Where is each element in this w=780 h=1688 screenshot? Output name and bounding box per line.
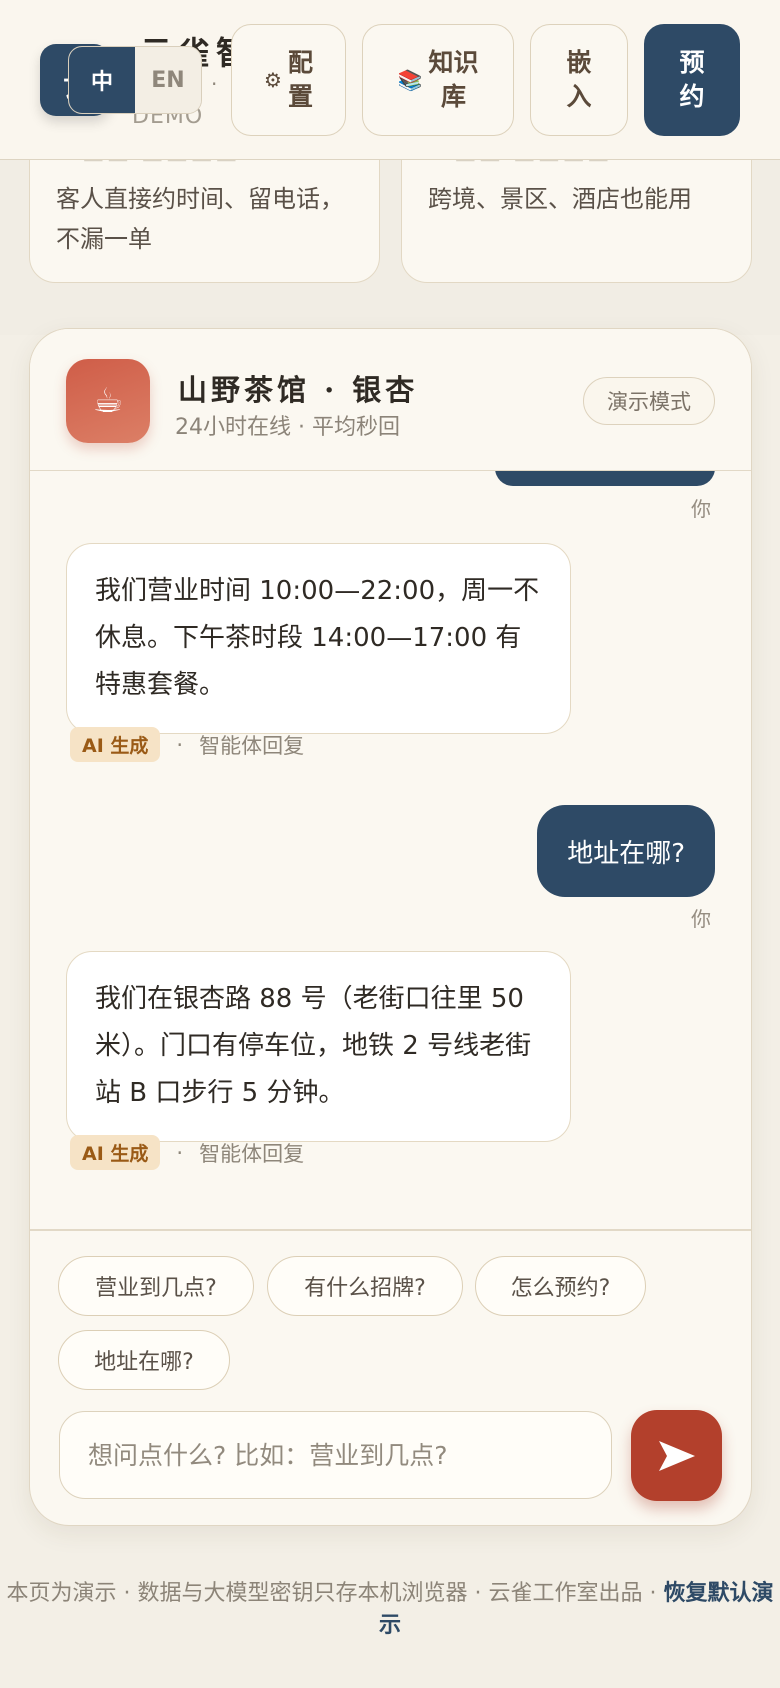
message-source: 智能体回复 bbox=[199, 733, 305, 758]
meta-separator: · bbox=[176, 1140, 184, 1165]
user-message-bubble: 地址在哪? bbox=[537, 805, 715, 897]
top-header: 云 云雀智 · DEMO 中 EN ⚙ 配 置 📚 知识 库 嵌 入 bbox=[0, 0, 780, 160]
booking-label-2: 约 bbox=[679, 82, 705, 111]
books-icon: 📚 bbox=[397, 68, 423, 92]
config-button[interactable]: ⚙ 配 置 bbox=[231, 24, 346, 136]
kb-label-2: 库 bbox=[440, 82, 466, 111]
send-arrow-icon bbox=[658, 1440, 695, 1471]
message-list[interactable]: 你 我们营业时间 10:00—22:00，周一不休息。下午茶时段 14:00—1… bbox=[30, 471, 751, 1171]
language-toggle: 中 EN bbox=[68, 46, 202, 114]
gear-icon: ⚙ bbox=[264, 68, 282, 92]
knowledge-base-button[interactable]: 📚 知识 库 bbox=[362, 24, 514, 136]
meta-separator: · bbox=[176, 732, 184, 757]
config-label-2: 置 bbox=[287, 82, 313, 111]
coffee-icon: ☕ bbox=[66, 359, 150, 443]
booking-label: 预 bbox=[679, 48, 705, 77]
config-label: 配 bbox=[287, 48, 313, 77]
ai-generated-badge: AI 生成 bbox=[70, 1135, 161, 1170]
chat-widget: ☕ 山野茶馆 · 银杏 24小时在线 · 平均秒回 演示模式 你 我们营业时间 … bbox=[29, 328, 752, 1526]
demo-mode-badge[interactable]: 演示模式 bbox=[583, 377, 715, 425]
embed-label: 嵌 bbox=[566, 48, 592, 77]
chat-header: ☕ 山野茶馆 · 银杏 24小时在线 · 平均秒回 演示模式 bbox=[30, 329, 751, 471]
footer-text: 本页为演示 · 数据与大模型密钥只存本机浏览器 · 云雀工作室出品 · bbox=[6, 1581, 664, 1606]
feature-card-desc: 客人直接约时间、留电话，不漏一单 bbox=[56, 185, 344, 253]
quick-reply-chip[interactable]: 有什么招牌? bbox=[267, 1256, 463, 1316]
embed-label-2: 入 bbox=[566, 82, 592, 111]
message-source: 智能体回复 bbox=[199, 1141, 305, 1166]
message-meta: AI 生成 · 智能体回复 bbox=[70, 1135, 304, 1170]
feature-card-desc: 跨境、景区、酒店也能用 bbox=[428, 185, 692, 213]
lang-option-zh[interactable]: 中 bbox=[69, 47, 135, 113]
message-meta: AI 生成 · 智能体回复 bbox=[70, 727, 304, 762]
quick-reply-chip[interactable]: 怎么预约? bbox=[475, 1256, 646, 1316]
brand-separator: · bbox=[211, 72, 218, 96]
shop-name: 山野茶馆 · 银杏 bbox=[178, 373, 419, 407]
quick-reply-chip[interactable]: 地址在哪? bbox=[58, 1330, 230, 1390]
lang-option-en[interactable]: EN bbox=[135, 47, 201, 113]
ai-message-bubble: 我们营业时间 10:00—22:00，周一不休息。下午茶时段 14:00—17:… bbox=[66, 543, 571, 734]
divider bbox=[30, 1229, 751, 1231]
sender-label: 你 bbox=[691, 497, 711, 521]
message-input-field[interactable] bbox=[59, 1411, 612, 1499]
send-button[interactable] bbox=[631, 1410, 722, 1501]
booking-button[interactable]: 预 约 bbox=[644, 24, 740, 136]
user-message-bubble bbox=[495, 471, 715, 486]
shop-status: 24小时在线 · 平均秒回 bbox=[175, 415, 400, 440]
message-input[interactable] bbox=[88, 1440, 611, 1470]
ai-generated-badge: AI 生成 bbox=[70, 727, 161, 762]
sender-label: 你 bbox=[691, 907, 711, 931]
embed-button[interactable]: 嵌 入 bbox=[530, 24, 628, 136]
page-footer: 本页为演示 · 数据与大模型密钥只存本机浏览器 · 云雀工作室出品 · 恢复默认… bbox=[0, 1578, 780, 1642]
ai-message-bubble: 我们在银杏路 88 号（老街口往里 50 米）。门口有停车位，地铁 2 号线老街… bbox=[66, 951, 571, 1142]
kb-label: 知识 bbox=[428, 48, 479, 77]
quick-reply-chip[interactable]: 营业到几点? bbox=[58, 1256, 254, 1316]
